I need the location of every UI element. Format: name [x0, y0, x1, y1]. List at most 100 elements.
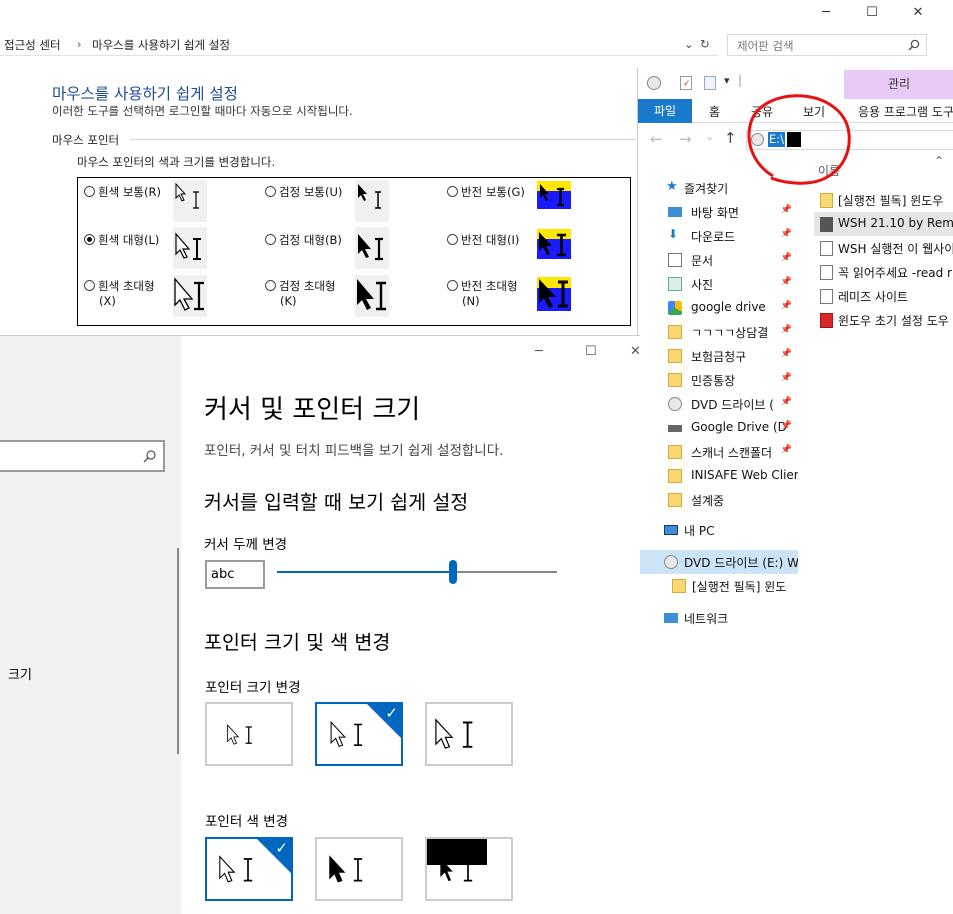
radio-black-normal[interactable]: 검정 보통(U) [265, 184, 342, 200]
radio-button[interactable] [265, 280, 276, 291]
tab-share[interactable]: 공유 [751, 103, 773, 120]
settings-window: 크기 ─ ☐ ✕ 커서 및 포인터 크기 포인터, 커서 및 터치 피드백을 보… [0, 335, 641, 914]
folder-icon [672, 579, 686, 593]
pointer-size-option[interactable]: ✓ [315, 702, 403, 766]
tree-item[interactable]: INISAFE Web Client [638, 464, 798, 488]
recent-locations-icon[interactable]: ⌄ [705, 130, 714, 143]
tree-item[interactable]: 바탕 화면 📌 [638, 200, 798, 224]
tree-item[interactable]: ㄱㄱㄱㄱ상담결 📌 [638, 320, 798, 344]
radio-black-extra-large[interactable]: 검정 초대형 (K) [265, 278, 336, 308]
radio-black-large[interactable]: 검정 대형(B) [265, 232, 342, 248]
file-list-item[interactable]: 윈도우 초기 설정 도우 [814, 308, 953, 332]
tree-item[interactable]: ⬇ 다운로드 📌 [638, 224, 798, 248]
section-heading-cursor: 커서를 입력할 때 보기 쉽게 설정 [204, 491, 469, 514]
sidebar-item-size[interactable]: 크기 [8, 664, 32, 683]
radio-button[interactable] [447, 234, 458, 245]
close-button[interactable]: ✕ [895, 2, 941, 24]
maximize-button[interactable]: ☐ [585, 344, 597, 359]
pin-icon[interactable]: 📌 [781, 349, 792, 359]
tree-item[interactable]: 문서 📌 [638, 248, 798, 272]
address-text-selected[interactable]: E:\ [768, 132, 786, 147]
pin-icon[interactable]: 📌 [781, 205, 792, 215]
radio-button-selected[interactable] [84, 234, 95, 245]
pointer-size-option[interactable] [425, 702, 513, 766]
file-list-item[interactable]: 꼭 읽어주세요 -read r [814, 260, 953, 284]
breadcrumb-item[interactable]: 접근성 센터 [4, 37, 61, 53]
tree-item-quick-access[interactable]: ★ 즐겨찾기 [638, 176, 798, 200]
pin-icon[interactable]: 📌 [781, 421, 792, 431]
maximize-button[interactable]: ☐ [849, 2, 895, 24]
pin-icon[interactable]: 📌 [781, 301, 792, 311]
address-bar[interactable]: 접근성 센터 › 마우스를 사용하기 쉽게 설정 ⌄ ↻ [0, 34, 718, 56]
pin-icon[interactable]: 📌 [781, 373, 792, 383]
chevron-down-icon[interactable]: ⌄ [684, 37, 694, 51]
tree-item[interactable]: DVD 드라이브 (📌 [638, 392, 798, 416]
radio-white-normal[interactable]: 흰색 보통(R) [84, 184, 161, 200]
pin-icon[interactable]: 📌 [781, 229, 792, 239]
tree-item[interactable]: google drive 📌 [638, 296, 798, 320]
tab-manage[interactable]: 관리 [844, 70, 953, 99]
cursor-thickness-slider-thumb[interactable] [449, 560, 458, 584]
pointer-color-inverted[interactable] [425, 837, 513, 901]
tree-item[interactable]: 민증통장 📌 [638, 368, 798, 392]
file-list-item[interactable]: WSH 21.10 by Remiz [814, 212, 953, 236]
radio-button[interactable] [84, 186, 95, 197]
pin-icon[interactable]: 📌 [781, 325, 792, 335]
file-list-item[interactable]: WSH 실행전 이 웹사이 [814, 236, 953, 260]
tab-file[interactable]: 파일 [638, 99, 692, 123]
tab-application-tools[interactable]: 응용 프로그램 도구 [858, 103, 953, 120]
tab-view[interactable]: 보기 [803, 103, 825, 120]
tree-item[interactable]: 사진 📌 [638, 272, 798, 296]
radio-button[interactable] [265, 234, 276, 245]
tree-item-dvd-folder[interactable]: [실행전 필독] 윈도 [638, 574, 798, 598]
pin-icon[interactable]: 📌 [781, 277, 792, 287]
tab-home[interactable]: 홈 [709, 103, 720, 120]
tree-item-label: INISAFE Web Client [691, 468, 798, 482]
pin-icon[interactable]: 📌 [781, 253, 792, 263]
tree-item[interactable]: Google Drive (D 📌 [638, 416, 798, 440]
text-file-icon [820, 265, 833, 280]
file-list-item[interactable]: [실행전 필독] 윈도우 [814, 188, 953, 212]
pointer-color-black[interactable] [315, 837, 403, 901]
forward-arrow-icon[interactable]: → [679, 130, 692, 148]
minimize-button[interactable]: ─ [803, 2, 849, 24]
sidebar-scrollbar[interactable] [177, 548, 179, 754]
tree-item[interactable]: 설계중 [638, 488, 798, 512]
close-button[interactable]: ✕ [630, 344, 641, 359]
refresh-icon[interactable]: ↻ [700, 37, 710, 51]
tree-item-dvd-drive[interactable]: DVD 드라이브 (E:) W [638, 550, 798, 574]
black-pointer-preview [355, 275, 389, 317]
file-list-item[interactable]: 레미즈 사이트 [814, 284, 953, 308]
settings-search-input[interactable] [0, 440, 165, 472]
section-heading: 마우스 포인터 [52, 133, 120, 147]
tree-item[interactable]: 보험금청구 📌 [638, 344, 798, 368]
tree-item-network[interactable]: 네트워크 [638, 606, 798, 630]
new-folder-icon[interactable] [704, 76, 716, 90]
properties-icon[interactable]: ✓ [680, 76, 692, 90]
radio-button[interactable] [265, 186, 276, 197]
radio-white-large[interactable]: 흰색 대형(L) [84, 232, 159, 248]
tree-item-this-pc[interactable]: 내 PC [638, 518, 798, 542]
customize-toolbar-icon[interactable]: ▾ [724, 74, 730, 87]
radio-inverted-extra-large[interactable]: 반전 초대형 (N) [447, 278, 518, 308]
tree-item[interactable]: 스캐너 스캔폴더 📌 [638, 440, 798, 464]
radio-inverted-normal[interactable]: 반전 보통(G) [447, 184, 525, 200]
radio-button[interactable] [447, 280, 458, 291]
back-arrow-icon[interactable]: ← [650, 130, 663, 148]
minimize-button[interactable]: ─ [535, 344, 543, 359]
search-input[interactable]: 제어판 검색 [727, 34, 927, 56]
breadcrumb-item[interactable]: 마우스를 사용하기 쉽게 설정 [92, 37, 230, 53]
pin-icon[interactable]: 📌 [781, 397, 792, 407]
pointer-size-option[interactable] [205, 702, 293, 766]
pin-icon[interactable]: 📌 [781, 445, 792, 455]
radio-button[interactable] [447, 186, 458, 197]
radio-white-extra-large[interactable]: 흰색 초대형 (X) [84, 278, 155, 308]
pointer-color-white[interactable]: ✓ [205, 837, 293, 901]
column-header-name[interactable]: 이름 [818, 162, 840, 179]
tree-item-label: [실행전 필독] 윈도 [692, 580, 787, 594]
up-arrow-icon[interactable]: ↑ [724, 129, 737, 147]
collapse-chevron-icon[interactable]: ⌃ [934, 154, 944, 168]
radio-button[interactable] [84, 280, 95, 291]
radio-inverted-large[interactable]: 반전 대형(I) [447, 232, 519, 248]
file-name: 레미즈 사이트 [838, 290, 909, 304]
